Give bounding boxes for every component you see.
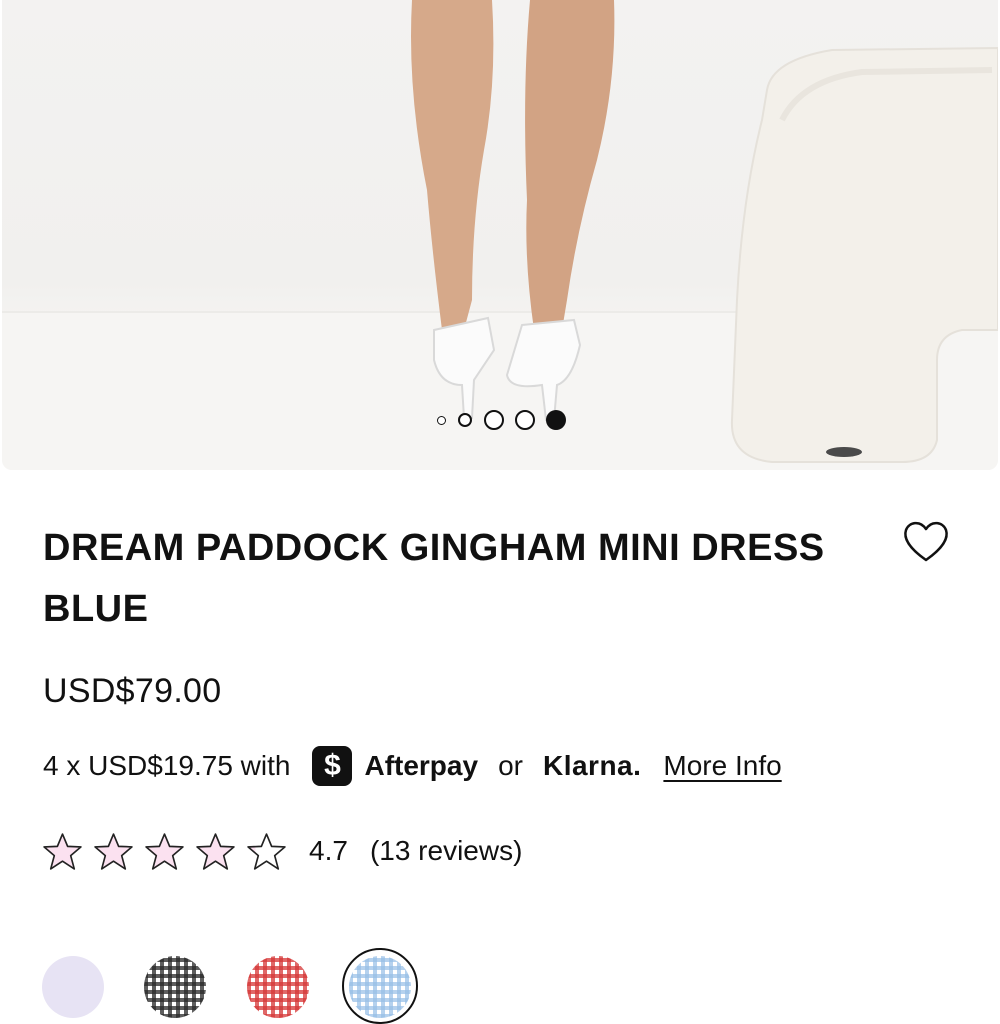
- star-icon: [145, 832, 184, 870]
- wishlist-button[interactable]: [900, 516, 952, 568]
- star-icon: [196, 832, 235, 870]
- afterpay-label: Afterpay: [364, 750, 479, 781]
- more-info-link[interactable]: More Info: [663, 750, 781, 782]
- carousel-dot[interactable]: [515, 410, 535, 430]
- swatch-lilac[interactable]: [42, 956, 104, 1018]
- star-icon: [94, 832, 133, 870]
- product-image[interactable]: [2, 0, 998, 470]
- rating-row[interactable]: 4.7 (13 reviews): [42, 826, 642, 876]
- swatch-red-gingham[interactable]: [247, 956, 309, 1018]
- installment-info: 4 x USD$19.75 with $ Afterpay or Klarna.…: [43, 741, 943, 791]
- or-text: or: [498, 750, 523, 781]
- carousel-dot-active[interactable]: [546, 410, 566, 430]
- swatch-blue-gingham[interactable]: [349, 956, 411, 1018]
- carousel-dots: [437, 409, 577, 431]
- carousel-dot[interactable]: [458, 413, 472, 427]
- product-price: USD$79.00: [43, 672, 222, 710]
- installment-text: 4 x USD$19.75 with: [43, 750, 291, 781]
- review-count-link[interactable]: (13 reviews): [370, 835, 522, 867]
- star-icon: [43, 832, 82, 870]
- swatch-black-gingham[interactable]: [144, 956, 206, 1018]
- afterpay-icon: $: [312, 746, 353, 786]
- heart-outline-icon: [904, 521, 948, 562]
- product-title: DREAM PADDOCK GINGHAM MINI DRESS BLUE: [43, 527, 825, 630]
- klarna-logo: Klarna.: [542, 750, 642, 781]
- carousel-dot[interactable]: [484, 410, 504, 430]
- carousel-dot[interactable]: [437, 416, 446, 425]
- product-photo: [2, 0, 998, 470]
- rating-value: 4.7: [309, 835, 348, 866]
- star-icon: [247, 832, 286, 870]
